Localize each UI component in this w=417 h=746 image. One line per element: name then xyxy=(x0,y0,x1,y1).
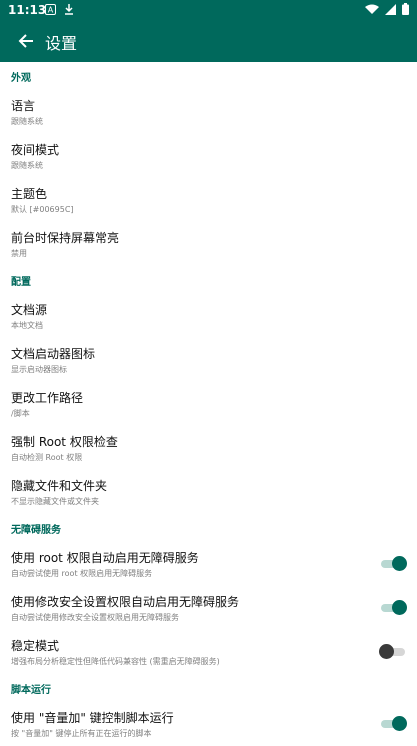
setting-title: 使用 "音量加" 键控制脚本运行 xyxy=(11,710,174,725)
setting-summary: 增强布局分析稳定性但降低代码兼容性 (需重启无障碍服务) xyxy=(11,656,220,666)
section-header-appearance: 外观 xyxy=(11,72,31,84)
setting-title: 强制 Root 权限检查 xyxy=(11,434,118,449)
setting-title: 更改工作路径 xyxy=(11,390,84,405)
setting-doc-launcher-icon[interactable]: 文档启动器图标 显示启动器图标 xyxy=(0,338,417,382)
svg-text:A: A xyxy=(48,5,54,14)
setting-title: 使用 root 权限自动启用无障碍服务 xyxy=(11,550,199,565)
arrow-left-icon[interactable] xyxy=(15,30,37,52)
app-toolbar: 设置 xyxy=(0,20,417,62)
setting-title: 前台时保持屏幕常亮 xyxy=(11,230,120,245)
setting-summary: 自动尝试使用修改安全设置权限启用无障碍服务 xyxy=(11,612,179,622)
setting-title: 文档源 xyxy=(11,302,48,317)
setting-language[interactable]: 语言 跟随系统 xyxy=(0,90,417,134)
setting-summary: 按 "音量加" 键停止所有正在运行的脚本 xyxy=(11,728,152,738)
setting-title: 夜间模式 xyxy=(11,142,60,157)
toggle-switch[interactable] xyxy=(379,599,407,617)
settings-list: 外观 语言 跟随系统 夜间模式 跟随系统 主题色 默认 [#00695C] 前台… xyxy=(0,62,417,746)
setting-title: 主题色 xyxy=(11,186,48,201)
setting-keep-screen-on[interactable]: 前台时保持屏幕常亮 禁用 xyxy=(0,222,417,266)
section-header-config: 配置 xyxy=(11,276,31,288)
status-left-icons: A xyxy=(45,3,74,18)
toggle-switch[interactable] xyxy=(379,555,407,573)
setting-secure-settings[interactable]: 使用修改安全设置权限自动启用无障碍服务 自动尝试使用修改安全设置权限启用无障碍服… xyxy=(0,586,417,630)
setting-summary: 禁用 xyxy=(11,248,27,258)
setting-summary: 本地文档 xyxy=(11,320,43,330)
toggle-thumb xyxy=(392,556,407,571)
download-icon xyxy=(64,3,74,18)
toggle-thumb xyxy=(392,600,407,615)
setting-summary: 跟随系统 xyxy=(11,116,43,126)
setting-working-dir[interactable]: 更改工作路径 /脚本 xyxy=(0,382,417,426)
toggle-switch[interactable] xyxy=(379,643,407,661)
signal-icon xyxy=(385,3,396,18)
setting-stable-mode[interactable]: 稳定模式 增强布局分析稳定性但降低代码兼容性 (需重启无障碍服务) xyxy=(0,630,417,674)
setting-theme-color[interactable]: 主题色 默认 [#00695C] xyxy=(0,178,417,222)
notification-a-icon: A xyxy=(45,3,56,18)
wifi-icon xyxy=(365,4,379,18)
setting-volume-key[interactable]: 使用 "音量加" 键控制脚本运行 按 "音量加" 键停止所有正在运行的脚本 xyxy=(0,702,417,746)
setting-summary: 自动尝试使用 root 权限启用无障碍服务 xyxy=(11,568,153,578)
setting-hidden-files[interactable]: 隐藏文件和文件夹 不显示隐藏文件或文件夹 xyxy=(0,470,417,514)
page-title: 设置 xyxy=(45,34,78,53)
setting-summary: 不显示隐藏文件或文件夹 xyxy=(11,496,99,506)
setting-summary: 默认 [#00695C] xyxy=(11,204,74,214)
section-header-script-run: 脚本运行 xyxy=(11,684,51,696)
toggle-thumb xyxy=(392,716,407,731)
setting-doc-source[interactable]: 文档源 本地文档 xyxy=(0,294,417,338)
setting-title: 稳定模式 xyxy=(11,638,60,653)
setting-summary: 跟随系统 xyxy=(11,160,43,170)
status-time: 11:13 xyxy=(8,3,47,17)
battery-icon xyxy=(402,3,409,18)
setting-force-root[interactable]: 强制 Root 权限检查 自动检测 Root 权限 xyxy=(0,426,417,470)
setting-night-mode[interactable]: 夜间模式 跟随系统 xyxy=(0,134,417,178)
toggle-switch[interactable] xyxy=(379,715,407,733)
setting-title: 隐藏文件和文件夹 xyxy=(11,478,108,493)
setting-root-auto-enable[interactable]: 使用 root 权限自动启用无障碍服务 自动尝试使用 root 权限启用无障碍服… xyxy=(0,542,417,586)
setting-summary: 显示启动器图标 xyxy=(11,364,67,374)
status-right-icons xyxy=(365,3,409,18)
toggle-thumb xyxy=(379,644,394,659)
setting-summary: 自动检测 Root 权限 xyxy=(11,452,83,462)
setting-title: 使用修改安全设置权限自动启用无障碍服务 xyxy=(11,594,240,609)
status-bar: 11:13 A xyxy=(0,0,417,20)
setting-title: 文档启动器图标 xyxy=(11,346,96,361)
setting-title: 语言 xyxy=(11,98,36,113)
section-header-accessibility: 无障碍服务 xyxy=(11,524,61,536)
setting-summary: /脚本 xyxy=(11,408,30,418)
